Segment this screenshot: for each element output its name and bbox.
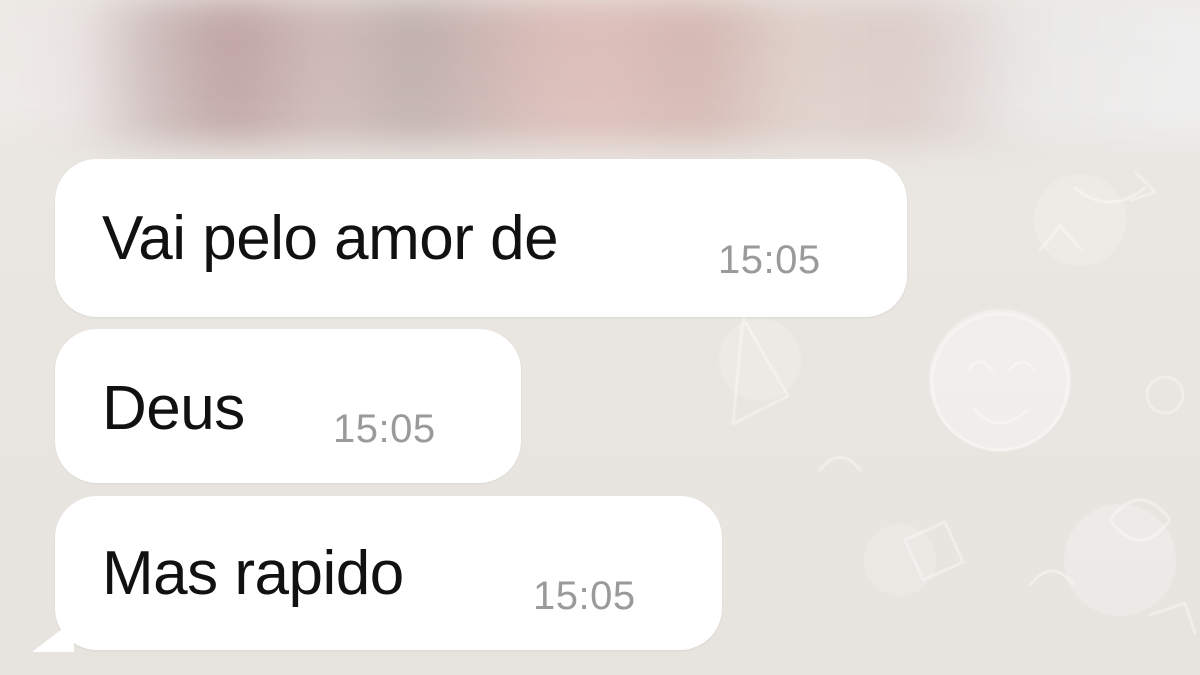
message-list: Vai pelo amor de 15:05 Deus 15:05 Mas ra… — [0, 0, 1200, 675]
message-timestamp: 15:05 — [533, 574, 636, 618]
message-text: Vai pelo amor de — [102, 204, 559, 273]
message-timestamp: 15:05 — [718, 238, 821, 282]
message-timestamp: 15:05 — [333, 407, 436, 451]
message-text: Mas rapido — [102, 539, 404, 608]
message-bubble[interactable]: Deus 15:05 — [55, 329, 521, 483]
message-text: Deus — [102, 374, 245, 443]
message-bubble[interactable]: Vai pelo amor de 15:05 — [55, 159, 907, 317]
message-bubble[interactable]: Mas rapido 15:05 — [55, 496, 722, 650]
